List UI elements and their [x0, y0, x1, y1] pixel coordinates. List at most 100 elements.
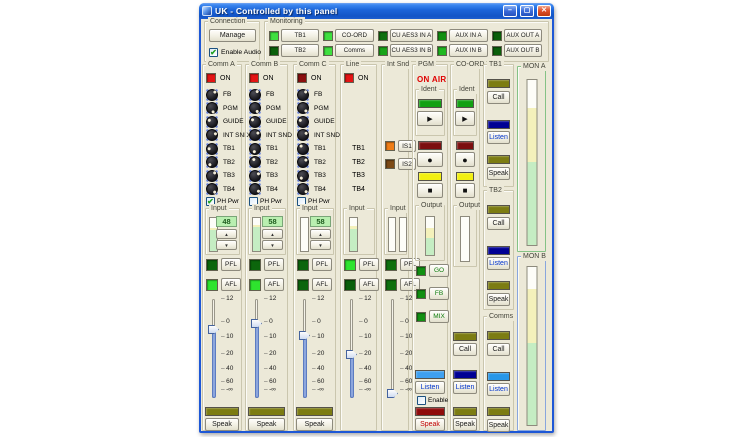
speak-button[interactable]: Speak: [415, 418, 445, 431]
go-button[interactable]: GO: [429, 264, 449, 277]
level-knob[interactable]: [206, 89, 218, 101]
listen-button[interactable]: Listen: [453, 381, 477, 394]
pfl-button[interactable]: PFL: [221, 258, 241, 271]
minimize-button[interactable]: –: [503, 5, 517, 17]
enable-audio-checkbox[interactable]: ✔: [209, 48, 218, 57]
level-knob[interactable]: [249, 183, 261, 195]
play-button[interactable]: ▶: [417, 111, 443, 126]
close-button[interactable]: ✕: [537, 5, 551, 17]
monitoring-button[interactable]: TB1: [281, 29, 319, 42]
pfl-button[interactable]: PFL: [264, 258, 284, 271]
level-knob[interactable]: [249, 129, 261, 141]
input-gain-value[interactable]: 58: [310, 216, 331, 227]
afl-button[interactable]: AFL: [312, 278, 332, 291]
pfl-led: [385, 259, 397, 271]
fader-thumb[interactable]: [251, 319, 262, 328]
knob-label: TB1: [223, 145, 235, 152]
stop-button[interactable]: ■: [417, 183, 443, 198]
level-knob[interactable]: [297, 116, 309, 128]
monitoring-button[interactable]: AUX OUT B: [504, 44, 542, 57]
pfl-button[interactable]: PFL: [359, 258, 379, 271]
level-knob[interactable]: [206, 170, 218, 182]
speak-button[interactable]: Speak: [296, 418, 333, 431]
afl-button[interactable]: AFL: [359, 278, 379, 291]
fader-thumb[interactable]: [208, 325, 219, 334]
afl-button[interactable]: AFL: [221, 278, 241, 291]
record-button[interactable]: ●: [417, 152, 443, 167]
gain-down-button[interactable]: ▼: [216, 240, 237, 250]
gain-up-button[interactable]: ▲: [310, 229, 331, 239]
level-knob[interactable]: [206, 183, 218, 195]
monitoring-button[interactable]: AUX OUT A: [504, 29, 542, 42]
listen-button[interactable]: Listen: [415, 381, 445, 394]
level-knob[interactable]: [206, 116, 218, 128]
input-group: Input 58 ▲ ▼: [296, 208, 334, 255]
manage-button[interactable]: Manage: [209, 29, 256, 42]
listen-button[interactable]: Listen: [487, 383, 510, 396]
fader-scale-label: 40: [400, 365, 412, 373]
pfl-row: PFL: [249, 258, 284, 271]
level-knob[interactable]: [249, 102, 261, 114]
gain-down-button[interactable]: ▼: [262, 240, 283, 250]
monitoring-button[interactable]: TB2: [281, 44, 319, 57]
speak-button[interactable]: Speak: [487, 293, 510, 306]
level-knob[interactable]: [297, 183, 309, 195]
afl-button[interactable]: AFL: [264, 278, 284, 291]
speak-indicator-bar: [487, 407, 510, 416]
call-indicator-bar: [487, 331, 510, 340]
input-gain-value[interactable]: 48: [216, 216, 237, 227]
afl-row: AFL: [206, 278, 241, 291]
input-gain-value[interactable]: 58: [262, 216, 283, 227]
monitoring-button[interactable]: CO-ORD: [335, 29, 373, 42]
level-knob[interactable]: [297, 89, 309, 101]
call-button[interactable]: Call: [487, 91, 510, 104]
pfl-button[interactable]: PFL: [312, 258, 332, 271]
fader-scale-label: 10: [264, 333, 276, 341]
fader-thumb[interactable]: [346, 350, 357, 359]
listen-button[interactable]: Listen: [487, 257, 510, 270]
maximize-button[interactable]: ▢: [520, 5, 534, 17]
speak-button[interactable]: Speak: [487, 419, 510, 432]
speak-button[interactable]: Speak: [487, 167, 510, 180]
level-knob[interactable]: [249, 170, 261, 182]
input-group: Input: [384, 208, 407, 255]
monitoring-button[interactable]: AUX IN A: [449, 29, 487, 42]
level-knob[interactable]: [249, 143, 261, 155]
call-button[interactable]: Call: [487, 343, 510, 356]
speak-button[interactable]: Speak: [248, 418, 285, 431]
level-knob[interactable]: [249, 156, 261, 168]
knob-pointer-icon: [303, 157, 307, 161]
mix-button[interactable]: MIX: [429, 310, 449, 323]
level-knob[interactable]: [206, 143, 218, 155]
level-knob[interactable]: [206, 102, 218, 114]
gain-up-button[interactable]: ▲: [216, 229, 237, 239]
level-knob[interactable]: [297, 156, 309, 168]
fader-thumb[interactable]: [387, 389, 398, 398]
level-knob[interactable]: [206, 129, 218, 141]
listen-button[interactable]: Listen: [487, 131, 510, 144]
enable-checkbox[interactable]: [417, 396, 426, 405]
speak-button[interactable]: Speak: [453, 418, 477, 431]
level-knob[interactable]: [249, 116, 261, 128]
monitoring-button[interactable]: Comms: [335, 44, 373, 57]
speak-button[interactable]: Speak: [205, 418, 239, 431]
level-knob[interactable]: [297, 143, 309, 155]
monitoring-button[interactable]: CU AES3 IN A: [390, 29, 434, 42]
call-button[interactable]: Call: [453, 343, 477, 356]
title-bar[interactable]: UK - Controlled by this panel – ▢ ✕: [199, 3, 554, 19]
fb-button[interactable]: FB: [429, 287, 449, 300]
stop-button[interactable]: ■: [455, 183, 475, 198]
fader-thumb[interactable]: [299, 331, 310, 340]
level-knob[interactable]: [249, 89, 261, 101]
gain-down-button[interactable]: ▼: [310, 240, 331, 250]
level-knob[interactable]: [206, 156, 218, 168]
level-knob[interactable]: [297, 102, 309, 114]
monitoring-button[interactable]: AUX IN B: [449, 44, 487, 57]
play-button[interactable]: ▶: [455, 111, 475, 126]
gain-up-button[interactable]: ▲: [262, 229, 283, 239]
record-button[interactable]: ●: [455, 152, 475, 167]
call-button[interactable]: Call: [487, 217, 510, 230]
level-knob[interactable]: [297, 170, 309, 182]
monitoring-button[interactable]: CU AES3 IN B: [390, 44, 434, 57]
level-knob[interactable]: [297, 129, 309, 141]
